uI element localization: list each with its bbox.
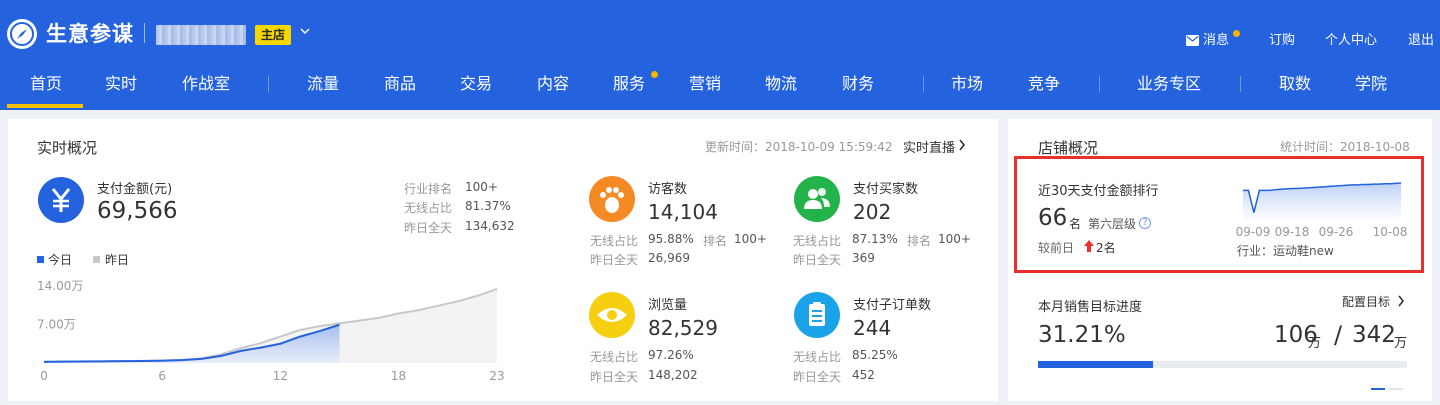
target-progress-fill <box>1038 361 1154 368</box>
target-achieved-unit: 万 <box>1308 336 1322 351</box>
target-percent: 31.21% <box>1038 322 1126 348</box>
target-progress-bar <box>1038 361 1407 368</box>
target-total-unit: 万 <box>1394 336 1408 351</box>
target-total: 342 <box>1352 322 1396 348</box>
highlight-annotation-box <box>1014 156 1424 273</box>
config-target-link[interactable]: 配置目标 <box>1342 293 1390 310</box>
target-title: 本月销售目标进度 <box>1038 300 1143 315</box>
carousel-dot[interactable] <box>1389 388 1403 390</box>
chevron-right-icon[interactable] <box>1397 295 1405 307</box>
carousel-dot-active[interactable] <box>1371 388 1385 390</box>
target-slash: / <box>1334 321 1343 349</box>
